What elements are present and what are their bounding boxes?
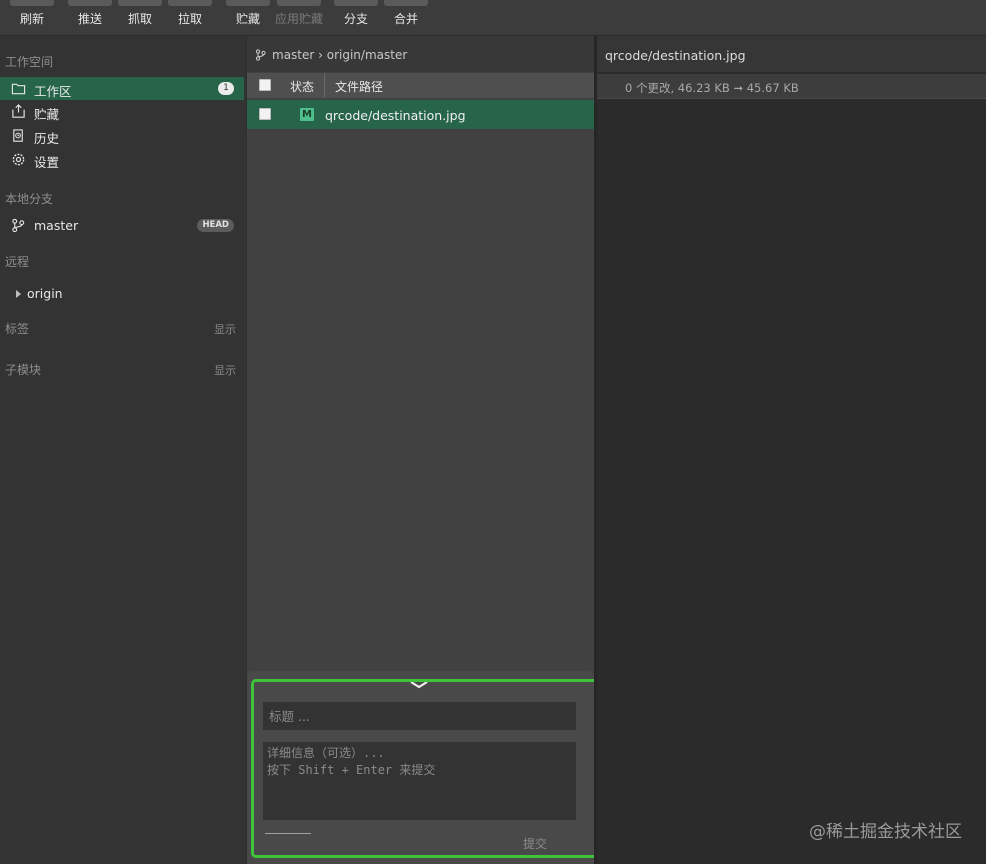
branch-icon [334, 0, 378, 6]
diff-file-title: qrcode/destination.jpg [605, 48, 746, 63]
remotes-title: 远程 [5, 255, 30, 269]
path-column-header[interactable]: 文件路径 [335, 78, 383, 95]
refresh-icon [10, 0, 54, 6]
column-divider[interactable] [324, 73, 325, 98]
sidebar-item-label: 工作区 [34, 84, 72, 99]
branch-item-master[interactable]: master HEAD [0, 214, 244, 237]
remote-item-origin[interactable]: origin [0, 282, 244, 305]
select-all-checkbox[interactable] [259, 79, 271, 91]
file-list-header: 状态 文件路径 [247, 73, 594, 98]
amend-toggle[interactable] [265, 833, 311, 834]
sidebar-item-settings[interactable]: 设置 [0, 148, 244, 171]
sidebar-item-label: 历史 [34, 131, 60, 146]
sidebar-item-label: 设置 [34, 155, 60, 170]
submodules-show-toggle[interactable]: 显示 [214, 362, 236, 378]
merge-button[interactable]: 合并 [384, 0, 428, 36]
head-badge: HEAD [197, 219, 234, 232]
gear-icon [12, 153, 25, 166]
stash-icon [12, 104, 25, 118]
toolbar: 刷新 推送 抓取 拉取 贮藏 应用贮藏 分支 合并 [0, 0, 986, 36]
stash-button[interactable]: 贮藏 [226, 0, 270, 36]
submodules-title: 子模块 [5, 363, 42, 377]
sidebar: 工作空间 工作区 1 贮藏 历史 设置 本地分支 master HEAD 远程 … [0, 36, 246, 864]
push-button[interactable]: 推送 [68, 0, 112, 36]
diff-summary-bar: 0 个更改, 46.23 KB ➞ 45.67 KB [597, 74, 986, 99]
branch-path: master › origin/master [272, 48, 408, 62]
sidebar-item-workspace[interactable]: 工作区 1 [0, 77, 244, 100]
watermark: @稀土掘金技术社区 [809, 822, 962, 842]
local-branches-title: 本地分支 [5, 192, 54, 206]
file-path: qrcode/destination.jpg [325, 108, 466, 123]
modified-status-badge: M [300, 108, 314, 121]
caret-right-icon [16, 290, 21, 298]
tags-show-toggle[interactable]: 显示 [214, 321, 236, 337]
branch-breadcrumb: master › origin/master [247, 36, 594, 72]
diff-panel: qrcode/destination.jpg 0 个更改, 46.23 KB ➞… [597, 36, 986, 864]
folder-icon [11, 83, 26, 95]
branch-label: master [34, 218, 79, 233]
sidebar-item-label: 贮藏 [34, 107, 60, 122]
history-icon [13, 129, 23, 142]
merge-icon [384, 0, 428, 6]
remote-label: origin [27, 286, 63, 301]
branch-icon [255, 49, 266, 61]
tags-title: 标签 [5, 322, 30, 336]
push-icon [68, 0, 112, 6]
status-column-header[interactable]: 状态 [290, 78, 314, 95]
file-checkbox[interactable] [259, 108, 271, 120]
pull-icon [168, 0, 212, 6]
branch-icon [12, 218, 25, 233]
fetch-button[interactable]: 抓取 [118, 0, 162, 36]
table-row[interactable]: M qrcode/destination.jpg [247, 100, 594, 129]
pull-button[interactable]: 拉取 [168, 0, 212, 36]
diff-header: qrcode/destination.jpg [597, 36, 986, 72]
commit-panel: 提交 [247, 671, 594, 864]
commit-title-input[interactable] [263, 702, 576, 730]
workspace-section-title: 工作空间 [5, 55, 54, 69]
change-count-badge: 1 [218, 82, 234, 95]
branch-button[interactable]: 分支 [334, 0, 378, 36]
apply-stash-icon [277, 0, 321, 6]
diff-summary: 0 个更改, 46.23 KB ➞ 45.67 KB [625, 81, 799, 95]
sidebar-item-stash[interactable]: 贮藏 [0, 100, 244, 123]
chevron-down-icon[interactable] [409, 680, 429, 690]
commit-button[interactable]: 提交 [523, 835, 547, 852]
refresh-button[interactable]: 刷新 [10, 0, 54, 36]
stash-icon [226, 0, 270, 6]
fetch-icon [118, 0, 162, 6]
sidebar-item-history[interactable]: 历史 [0, 124, 244, 147]
commit-description-input[interactable] [263, 742, 576, 820]
apply-stash-button[interactable]: 应用贮藏 [272, 0, 326, 36]
